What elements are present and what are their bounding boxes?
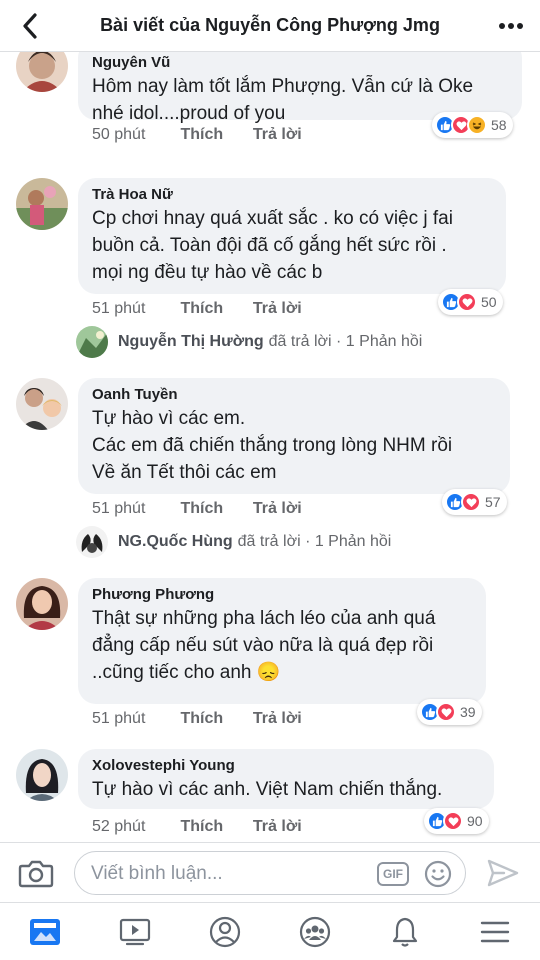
tab-feed[interactable] [25, 913, 65, 951]
groups-icon [299, 916, 331, 948]
comment-actions: 51 phút Thích Trả lời [92, 300, 302, 318]
replier-name: NG.Quốc Hùng [118, 533, 233, 550]
comment-actions: 52 phút Thích Trả lời [92, 818, 302, 836]
menu-icon [480, 921, 510, 943]
tab-notifications[interactable] [385, 913, 425, 951]
replier-avatar [76, 526, 108, 558]
commenter-name[interactable]: Oanh Tuyền [92, 386, 496, 403]
commenter-name[interactable]: Nguyên Vũ [92, 54, 508, 71]
commenter-avatar[interactable] [16, 378, 68, 430]
reaction-summary[interactable]: 57 [442, 489, 507, 515]
reply-button[interactable]: Trả lời [253, 500, 302, 518]
like-button[interactable]: Thích [180, 710, 248, 728]
bottom-tab-bar [0, 902, 540, 960]
comment-input[interactable]: Viết bình luận... GIF [74, 851, 466, 895]
reaction-count: 39 [460, 704, 476, 720]
love-reaction-icon [461, 492, 481, 512]
comment-text: Thật sự những pha lách léo của anh quá đ… [92, 608, 436, 683]
reply-summary: đã trả lời · 1 Phản hồi [268, 333, 423, 350]
comment-bubble: Nguyên Vũ Hôm nay làm tốt lắm Phượng. Vẫ… [78, 52, 522, 124]
commenter-avatar[interactable] [16, 578, 68, 630]
commenter-name[interactable]: Trà Hoa Nữ [92, 186, 492, 203]
profile-icon [209, 916, 241, 948]
haha-reaction-icon [467, 115, 487, 135]
more-options-icon[interactable] [496, 14, 526, 38]
comment-time: 51 phút [92, 710, 146, 727]
feed-icon [30, 919, 60, 945]
comments-list: Nguyên Vũ Hôm nay làm tốt lắm Phượng. Vẫ… [0, 52, 540, 842]
comment-item: Oanh Tuyền Tự hào vì các em. Các em đã c… [0, 378, 540, 558]
notifications-icon [392, 917, 418, 947]
love-reaction-icon [436, 702, 456, 722]
comment-time: 51 phút [92, 300, 146, 317]
comment-item: Trà Hoa Nữ Cp chơi hnay quá xuất sắc . k… [0, 178, 540, 358]
comment-time: 51 phút [92, 500, 146, 517]
comment-text: Cp chơi hnay quá xuất sắc . ko có việc j… [92, 208, 453, 283]
video-icon [119, 918, 151, 946]
comment-actions: 51 phút Thích Trả lời [92, 500, 302, 518]
reaction-summary[interactable]: 58 [432, 112, 513, 138]
tab-menu[interactable] [475, 913, 515, 951]
comment-time: 50 phút [92, 126, 146, 143]
reply-preview[interactable]: NG.Quốc Hùng đã trả lời · 1 Phản hồi [76, 526, 391, 558]
reply-summary: đã trả lời · 1 Phản hồi [237, 533, 392, 550]
page-title: Bài viết của Nguyễn Công Phượng Jmg [100, 15, 440, 35]
like-button[interactable]: Thích [180, 818, 248, 836]
comment-actions: 50 phút Thích Trả lời [92, 126, 302, 144]
reaction-summary[interactable]: 39 [417, 699, 482, 725]
reaction-count: 57 [485, 494, 501, 510]
reply-button[interactable]: Trả lời [253, 126, 302, 144]
commenter-avatar[interactable] [16, 52, 68, 92]
reaction-count: 50 [481, 294, 497, 310]
comment-input-placeholder: Viết bình luận... [91, 863, 223, 884]
love-reaction-icon [443, 811, 463, 831]
commenter-avatar[interactable] [16, 178, 68, 230]
commenter-name[interactable]: Xolovestephi Young [92, 757, 480, 774]
like-button[interactable]: Thích [180, 126, 248, 144]
love-reaction-icon [457, 292, 477, 312]
gif-button[interactable]: GIF [377, 862, 409, 886]
reply-button[interactable]: Trả lời [253, 300, 302, 318]
comment-bubble: Phương Phương Thật sự những pha lách léo… [78, 578, 486, 704]
comment-time: 52 phút [92, 818, 146, 835]
comment-bubble: Oanh Tuyền Tự hào vì các em. Các em đã c… [78, 378, 510, 494]
emoji-icon[interactable] [423, 859, 453, 889]
reply-button[interactable]: Trả lời [253, 710, 302, 728]
commenter-name[interactable]: Phương Phương [92, 586, 472, 603]
reaction-count: 58 [491, 117, 507, 133]
comment-item: Xolovestephi Young Tự hào vì các anh. Vi… [0, 749, 540, 842]
comment-bubble: Xolovestephi Young Tự hào vì các anh. Vi… [78, 749, 494, 809]
reaction-summary[interactable]: 50 [438, 289, 503, 315]
reply-preview[interactable]: Nguyễn Thị Hường đã trả lời · 1 Phản hồi [76, 326, 422, 358]
comment-item: Nguyên Vũ Hôm nay làm tốt lắm Phượng. Vẫ… [0, 52, 540, 162]
comment-text: Tự hào vì các anh. Việt Nam chiến thắng. [92, 779, 443, 800]
top-bar: Bài viết của Nguyễn Công Phượng Jmg [0, 0, 540, 52]
camera-icon[interactable] [18, 857, 54, 889]
reaction-count: 90 [467, 813, 483, 829]
replier-avatar [76, 326, 108, 358]
comment-actions: 51 phút Thích Trả lời [92, 710, 302, 728]
tab-groups[interactable] [295, 913, 335, 951]
send-icon[interactable] [486, 857, 520, 889]
tab-profile[interactable] [205, 913, 245, 951]
comment-composer: Viết bình luận... GIF [0, 842, 540, 902]
commenter-avatar[interactable] [16, 749, 68, 801]
like-button[interactable]: Thích [180, 500, 248, 518]
comment-text: Tự hào vì các em. Các em đã chiến thắng … [92, 408, 453, 483]
like-button[interactable]: Thích [180, 300, 248, 318]
replier-name: Nguyễn Thị Hường [118, 333, 264, 350]
comment-item: Phương Phương Thật sự những pha lách léo… [0, 578, 540, 728]
reply-button[interactable]: Trả lời [253, 818, 302, 836]
back-arrow-icon[interactable] [16, 10, 46, 42]
comment-bubble: Trà Hoa Nữ Cp chơi hnay quá xuất sắc . k… [78, 178, 506, 294]
reaction-summary[interactable]: 90 [424, 808, 489, 834]
tab-video[interactable] [115, 913, 155, 951]
